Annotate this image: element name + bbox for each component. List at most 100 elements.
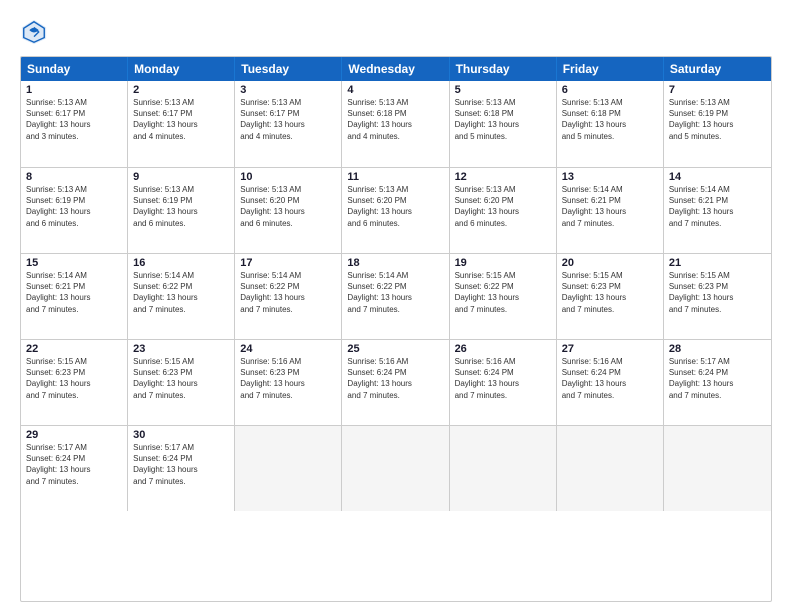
day-info: Sunrise: 5:14 AM Sunset: 6:22 PM Dayligh… <box>240 270 336 315</box>
day-number: 26 <box>455 343 551 355</box>
day-info: Sunrise: 5:15 AM Sunset: 6:23 PM Dayligh… <box>133 356 229 401</box>
day-info: Sunrise: 5:14 AM Sunset: 6:22 PM Dayligh… <box>347 270 443 315</box>
day-number: 28 <box>669 343 766 355</box>
header-day-monday: Monday <box>128 57 235 81</box>
day-info: Sunrise: 5:15 AM Sunset: 6:22 PM Dayligh… <box>455 270 551 315</box>
day-cell-26: 26Sunrise: 5:16 AM Sunset: 6:24 PM Dayli… <box>450 340 557 425</box>
page: SundayMondayTuesdayWednesdayThursdayFrid… <box>0 0 792 612</box>
day-cell-14: 14Sunrise: 5:14 AM Sunset: 6:21 PM Dayli… <box>664 168 771 253</box>
day-number: 7 <box>669 84 766 96</box>
day-cell-28: 28Sunrise: 5:17 AM Sunset: 6:24 PM Dayli… <box>664 340 771 425</box>
day-cell-empty <box>342 426 449 511</box>
day-info: Sunrise: 5:13 AM Sunset: 6:18 PM Dayligh… <box>455 97 551 142</box>
header-day-friday: Friday <box>557 57 664 81</box>
day-info: Sunrise: 5:13 AM Sunset: 6:18 PM Dayligh… <box>562 97 658 142</box>
day-number: 27 <box>562 343 658 355</box>
day-info: Sunrise: 5:16 AM Sunset: 6:24 PM Dayligh… <box>562 356 658 401</box>
header-day-tuesday: Tuesday <box>235 57 342 81</box>
day-cell-10: 10Sunrise: 5:13 AM Sunset: 6:20 PM Dayli… <box>235 168 342 253</box>
day-number: 10 <box>240 171 336 183</box>
day-number: 18 <box>347 257 443 269</box>
logo-icon <box>20 18 48 46</box>
day-number: 1 <box>26 84 122 96</box>
day-number: 4 <box>347 84 443 96</box>
day-number: 19 <box>455 257 551 269</box>
day-info: Sunrise: 5:13 AM Sunset: 6:17 PM Dayligh… <box>240 97 336 142</box>
day-info: Sunrise: 5:14 AM Sunset: 6:21 PM Dayligh… <box>26 270 122 315</box>
day-number: 22 <box>26 343 122 355</box>
day-cell-15: 15Sunrise: 5:14 AM Sunset: 6:21 PM Dayli… <box>21 254 128 339</box>
day-info: Sunrise: 5:14 AM Sunset: 6:21 PM Dayligh… <box>562 184 658 229</box>
day-info: Sunrise: 5:14 AM Sunset: 6:21 PM Dayligh… <box>669 184 766 229</box>
day-cell-4: 4Sunrise: 5:13 AM Sunset: 6:18 PM Daylig… <box>342 81 449 167</box>
day-cell-9: 9Sunrise: 5:13 AM Sunset: 6:19 PM Daylig… <box>128 168 235 253</box>
day-cell-8: 8Sunrise: 5:13 AM Sunset: 6:19 PM Daylig… <box>21 168 128 253</box>
day-cell-empty <box>664 426 771 511</box>
day-info: Sunrise: 5:17 AM Sunset: 6:24 PM Dayligh… <box>133 442 229 487</box>
week-row-3: 15Sunrise: 5:14 AM Sunset: 6:21 PM Dayli… <box>21 253 771 339</box>
calendar-body: 1Sunrise: 5:13 AM Sunset: 6:17 PM Daylig… <box>21 81 771 597</box>
day-number: 24 <box>240 343 336 355</box>
day-cell-13: 13Sunrise: 5:14 AM Sunset: 6:21 PM Dayli… <box>557 168 664 253</box>
day-cell-7: 7Sunrise: 5:13 AM Sunset: 6:19 PM Daylig… <box>664 81 771 167</box>
day-info: Sunrise: 5:13 AM Sunset: 6:19 PM Dayligh… <box>669 97 766 142</box>
day-cell-30: 30Sunrise: 5:17 AM Sunset: 6:24 PM Dayli… <box>128 426 235 511</box>
day-info: Sunrise: 5:13 AM Sunset: 6:20 PM Dayligh… <box>455 184 551 229</box>
day-info: Sunrise: 5:16 AM Sunset: 6:24 PM Dayligh… <box>347 356 443 401</box>
day-number: 12 <box>455 171 551 183</box>
header-day-saturday: Saturday <box>664 57 771 81</box>
day-cell-19: 19Sunrise: 5:15 AM Sunset: 6:22 PM Dayli… <box>450 254 557 339</box>
day-number: 15 <box>26 257 122 269</box>
day-info: Sunrise: 5:13 AM Sunset: 6:18 PM Dayligh… <box>347 97 443 142</box>
day-cell-25: 25Sunrise: 5:16 AM Sunset: 6:24 PM Dayli… <box>342 340 449 425</box>
day-info: Sunrise: 5:15 AM Sunset: 6:23 PM Dayligh… <box>562 270 658 315</box>
header-day-sunday: Sunday <box>21 57 128 81</box>
day-info: Sunrise: 5:16 AM Sunset: 6:23 PM Dayligh… <box>240 356 336 401</box>
header-day-thursday: Thursday <box>450 57 557 81</box>
day-info: Sunrise: 5:13 AM Sunset: 6:19 PM Dayligh… <box>133 184 229 229</box>
header-day-wednesday: Wednesday <box>342 57 449 81</box>
day-number: 5 <box>455 84 551 96</box>
day-cell-11: 11Sunrise: 5:13 AM Sunset: 6:20 PM Dayli… <box>342 168 449 253</box>
day-cell-6: 6Sunrise: 5:13 AM Sunset: 6:18 PM Daylig… <box>557 81 664 167</box>
day-number: 8 <box>26 171 122 183</box>
day-info: Sunrise: 5:15 AM Sunset: 6:23 PM Dayligh… <box>26 356 122 401</box>
calendar-header: SundayMondayTuesdayWednesdayThursdayFrid… <box>21 57 771 81</box>
header <box>20 18 772 46</box>
logo <box>20 18 52 46</box>
day-number: 21 <box>669 257 766 269</box>
day-cell-27: 27Sunrise: 5:16 AM Sunset: 6:24 PM Dayli… <box>557 340 664 425</box>
day-cell-empty <box>557 426 664 511</box>
day-number: 3 <box>240 84 336 96</box>
day-number: 2 <box>133 84 229 96</box>
week-row-1: 1Sunrise: 5:13 AM Sunset: 6:17 PM Daylig… <box>21 81 771 167</box>
day-number: 16 <box>133 257 229 269</box>
day-cell-12: 12Sunrise: 5:13 AM Sunset: 6:20 PM Dayli… <box>450 168 557 253</box>
day-info: Sunrise: 5:17 AM Sunset: 6:24 PM Dayligh… <box>26 442 122 487</box>
day-cell-16: 16Sunrise: 5:14 AM Sunset: 6:22 PM Dayli… <box>128 254 235 339</box>
day-cell-23: 23Sunrise: 5:15 AM Sunset: 6:23 PM Dayli… <box>128 340 235 425</box>
day-info: Sunrise: 5:13 AM Sunset: 6:17 PM Dayligh… <box>133 97 229 142</box>
day-number: 6 <box>562 84 658 96</box>
day-number: 9 <box>133 171 229 183</box>
day-info: Sunrise: 5:14 AM Sunset: 6:22 PM Dayligh… <box>133 270 229 315</box>
day-cell-18: 18Sunrise: 5:14 AM Sunset: 6:22 PM Dayli… <box>342 254 449 339</box>
day-info: Sunrise: 5:13 AM Sunset: 6:17 PM Dayligh… <box>26 97 122 142</box>
day-cell-1: 1Sunrise: 5:13 AM Sunset: 6:17 PM Daylig… <box>21 81 128 167</box>
day-number: 23 <box>133 343 229 355</box>
day-number: 30 <box>133 429 229 441</box>
day-info: Sunrise: 5:16 AM Sunset: 6:24 PM Dayligh… <box>455 356 551 401</box>
day-cell-29: 29Sunrise: 5:17 AM Sunset: 6:24 PM Dayli… <box>21 426 128 511</box>
day-cell-17: 17Sunrise: 5:14 AM Sunset: 6:22 PM Dayli… <box>235 254 342 339</box>
day-info: Sunrise: 5:13 AM Sunset: 6:20 PM Dayligh… <box>347 184 443 229</box>
day-number: 20 <box>562 257 658 269</box>
day-cell-5: 5Sunrise: 5:13 AM Sunset: 6:18 PM Daylig… <box>450 81 557 167</box>
day-cell-empty <box>235 426 342 511</box>
day-number: 17 <box>240 257 336 269</box>
day-number: 11 <box>347 171 443 183</box>
calendar: SundayMondayTuesdayWednesdayThursdayFrid… <box>20 56 772 602</box>
day-info: Sunrise: 5:13 AM Sunset: 6:19 PM Dayligh… <box>26 184 122 229</box>
day-cell-24: 24Sunrise: 5:16 AM Sunset: 6:23 PM Dayli… <box>235 340 342 425</box>
day-number: 25 <box>347 343 443 355</box>
day-number: 14 <box>669 171 766 183</box>
